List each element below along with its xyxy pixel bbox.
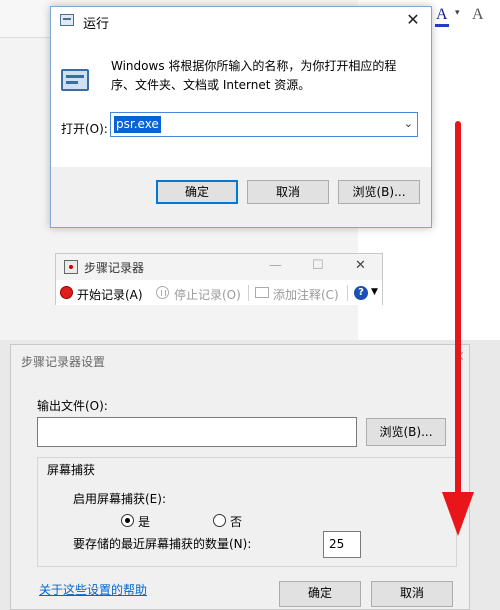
run-browse-button[interactable]: 浏览(B)... bbox=[338, 180, 420, 204]
open-input-value[interactable]: psr.exe bbox=[114, 116, 161, 133]
font-color-dropdown-icon[interactable]: ▾ bbox=[455, 8, 460, 18]
steps-recorder-toolbar: 开始记录(A) 停止记录(O) 添加注释(C) ? ▼ bbox=[56, 281, 382, 305]
run-program-icon bbox=[61, 69, 89, 91]
capture-count-input[interactable]: 25 bbox=[323, 531, 361, 558]
settings-help-link[interactable]: 关于这些设置的帮助 bbox=[39, 581, 147, 598]
settings-title: 步骤记录器设置 bbox=[21, 355, 106, 369]
capture-no-label[interactable]: 否 bbox=[230, 513, 242, 530]
run-button-area: 确定 取消 浏览(B)... bbox=[51, 167, 431, 227]
help-dropdown-icon[interactable]: ▼ bbox=[371, 287, 378, 297]
run-description: Windows 将根据你所输入的名称，为你打开相应的程序、文件夹、文档或 Int… bbox=[111, 59, 397, 92]
chevron-down-icon[interactable]: ⌄ bbox=[404, 117, 413, 130]
capture-yes-radio[interactable] bbox=[121, 514, 134, 527]
run-title: 运行 bbox=[83, 17, 110, 32]
pause-icon bbox=[156, 286, 169, 299]
settings-browse-button[interactable]: 浏览(B)... bbox=[366, 418, 446, 446]
font-style-icon[interactable]: A bbox=[472, 6, 484, 24]
annotation-arrow bbox=[442, 121, 474, 536]
steps-recorder-app-icon bbox=[64, 260, 78, 274]
steps-recorder-close-button[interactable]: ✕ bbox=[355, 258, 366, 273]
comment-icon bbox=[255, 287, 269, 298]
steps-recorder-titlebar[interactable]: 步骤记录器 — ☐ ✕ bbox=[56, 254, 382, 280]
capture-yes-label[interactable]: 是 bbox=[138, 513, 150, 530]
font-color-bar bbox=[435, 24, 449, 27]
steps-recorder-window: 步骤记录器 — ☐ ✕ 开始记录(A) 停止记录(O) 添加注释(C) ? ▼ bbox=[55, 253, 383, 305]
capture-no-radio[interactable] bbox=[213, 514, 226, 527]
steps-recorder-title: 步骤记录器 bbox=[84, 261, 145, 275]
open-combobox[interactable]: psr.exe ⌄ bbox=[110, 112, 418, 137]
screen-capture-group-label: 屏幕捕获 bbox=[45, 461, 98, 478]
record-icon[interactable] bbox=[60, 286, 73, 299]
run-app-icon bbox=[60, 14, 74, 26]
run-cancel-button[interactable]: 取消 bbox=[247, 180, 329, 204]
maximize-button[interactable]: ☐ bbox=[312, 258, 324, 273]
pause-record-button[interactable]: 停止记录(O) bbox=[174, 286, 241, 303]
help-icon[interactable]: ? bbox=[354, 286, 368, 300]
run-titlebar[interactable]: 运行 ✕ bbox=[51, 7, 431, 35]
arrow-head bbox=[442, 492, 474, 536]
open-label: 打开(O): bbox=[61, 122, 108, 136]
output-file-input[interactable] bbox=[37, 417, 357, 447]
toolbar-divider bbox=[347, 285, 348, 301]
enable-capture-label: 启用屏幕捕获(E): bbox=[73, 492, 166, 506]
font-color-icon[interactable]: A bbox=[436, 6, 448, 24]
settings-cancel-button[interactable]: 取消 bbox=[371, 581, 453, 607]
capture-count-label: 要存储的最近屏幕捕获的数量(N): bbox=[73, 537, 252, 551]
settings-dialog: 步骤记录器设置 ✕ 输出文件(O): 浏览(B)... 屏幕捕获 启用屏幕捕获(… bbox=[10, 344, 470, 610]
run-dialog: 运行 ✕ Windows 将根据你所输入的名称，为你打开相应的程序、文件夹、文档… bbox=[50, 6, 432, 228]
run-ok-button[interactable]: 确定 bbox=[156, 180, 238, 204]
settings-ok-button[interactable]: 确定 bbox=[279, 581, 361, 607]
add-comment-button[interactable]: 添加注释(C) bbox=[273, 286, 339, 303]
start-record-button[interactable]: 开始记录(A) bbox=[77, 286, 143, 303]
output-file-label: 输出文件(O): bbox=[37, 399, 108, 413]
run-close-button[interactable]: ✕ bbox=[403, 10, 423, 30]
minimize-button[interactable]: — bbox=[269, 258, 282, 273]
toolbar-divider bbox=[248, 285, 249, 301]
